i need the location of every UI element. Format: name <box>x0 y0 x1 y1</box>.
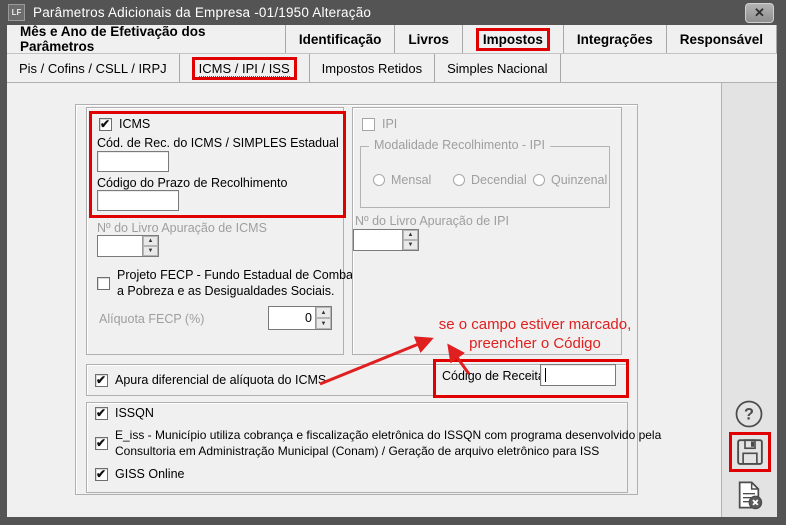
tab-livros[interactable]: Livros <box>395 25 463 53</box>
save-button[interactable] <box>734 437 766 467</box>
radio-decendial: Decendial <box>453 173 527 187</box>
fecp-checkbox-label: Projeto FECP - Fundo Estadual de Combate… <box>117 268 363 299</box>
tab-mes-ano[interactable]: Mês e Ano de Efetivação dos Parâmetros <box>7 25 286 53</box>
app-icon: LF <box>8 4 25 21</box>
eiss-checkbox-box[interactable] <box>95 437 108 450</box>
help-icon: ? <box>734 399 764 429</box>
apura-diferencial-checkbox-box[interactable] <box>95 374 108 387</box>
cod-rec-icms-input[interactable] <box>97 151 169 172</box>
dialog-window: LF Parâmetros Adicionais da Empresa -01/… <box>0 0 786 525</box>
discard-button[interactable] <box>732 478 766 512</box>
tab-impostos[interactable]: Impostos <box>463 25 564 53</box>
aliquota-spin-buttons[interactable]: ▲▼ <box>315 307 331 329</box>
codigo-receita-label: Código de Receita <box>442 369 545 383</box>
text-caret <box>545 368 546 382</box>
tab-responsavel[interactable]: Responsável <box>667 25 777 53</box>
annotation-note: se o campo estiver marcado, preencher o … <box>405 316 665 354</box>
cod-rec-icms-label: Cód. de Rec. do ICMS / SIMPLES Estadual <box>97 136 339 150</box>
spin-down-icon[interactable]: ▼ <box>143 246 158 256</box>
subtab-icms-ipi-iss[interactable]: ICMS / IPI / ISS <box>180 54 310 82</box>
issqn-checkbox-label: ISSQN <box>115 406 154 420</box>
livro-ipi-spin-buttons[interactable]: ▲▼ <box>402 230 418 250</box>
ipi-checkbox-label: IPI <box>382 117 397 131</box>
window-title: Parâmetros Adicionais da Empresa -01/195… <box>33 5 371 20</box>
radio-quinzenal-circle <box>533 174 545 186</box>
subtab-impostos-retidos[interactable]: Impostos Retidos <box>310 54 435 82</box>
main-tab-bar: Mês e Ano de Efetivação dos Parâmetros I… <box>7 25 777 54</box>
tab-integracoes[interactable]: Integrações <box>564 25 667 53</box>
impostos-highlight-box: Impostos <box>476 28 550 51</box>
help-button[interactable]: ? <box>733 398 765 430</box>
giss-checkbox-box[interactable] <box>95 468 108 481</box>
icms-checkbox-box[interactable] <box>99 118 112 131</box>
subtab-simples-nacional[interactable]: Simples Nacional <box>435 54 560 82</box>
tab-identificacao[interactable]: Identificação <box>286 25 396 53</box>
svg-text:?: ? <box>744 406 754 424</box>
subtab-pis-cofins[interactable]: Pis / Cofins / CSLL / IRPJ <box>7 54 180 82</box>
spin-up-icon[interactable]: ▲ <box>316 307 331 318</box>
eiss-checkbox[interactable]: E_iss - Município utiliza cobrança e fis… <box>95 428 661 459</box>
radio-mensal-circle <box>373 174 385 186</box>
livro-icms-label: Nº do Livro Apuração de ICMS <box>97 221 267 235</box>
codigo-receita-input[interactable] <box>540 364 616 386</box>
issqn-checkbox-box[interactable] <box>95 407 108 420</box>
discard-icon <box>733 479 765 511</box>
livro-icms-spinner[interactable]: ▲▼ <box>97 235 159 257</box>
aliquota-fecp-spinner[interactable]: 0 ▲▼ <box>268 306 332 330</box>
ipi-checkbox-box <box>362 118 375 131</box>
icms-highlight-box: ICMS / IPI / ISS <box>192 57 297 80</box>
save-icon <box>735 437 765 467</box>
spin-down-icon[interactable]: ▼ <box>316 318 331 329</box>
livro-ipi-spinner[interactable]: ▲▼ <box>353 229 419 251</box>
livro-icms-value[interactable] <box>98 236 142 256</box>
apura-diferencial-label: Apura diferencial de alíquota do ICMS <box>115 373 326 387</box>
prazo-recolhimento-label: Código do Prazo de Recolhimento <box>97 176 287 190</box>
radio-decendial-circle <box>453 174 465 186</box>
livro-ipi-value[interactable] <box>354 230 402 250</box>
livro-icms-spin-buttons[interactable]: ▲▼ <box>142 236 158 256</box>
livro-ipi-label: Nº do Livro Apuração de IPI <box>355 214 509 228</box>
aliquota-fecp-value[interactable]: 0 <box>269 307 315 329</box>
radio-quinzenal: Quinzenal <box>533 173 607 187</box>
aliquota-fecp-label: Alíquota FECP (%) <box>99 312 204 326</box>
icms-checkbox[interactable]: ICMS <box>99 117 150 131</box>
icms-checkbox-label: ICMS <box>119 117 150 131</box>
issqn-checkbox[interactable]: ISSQN <box>95 406 154 420</box>
fecp-checkbox-box[interactable] <box>97 277 110 290</box>
close-button[interactable]: ✕ <box>745 3 774 23</box>
prazo-recolhimento-input[interactable] <box>97 190 179 211</box>
giss-checkbox[interactable]: GISS Online <box>95 467 184 481</box>
eiss-checkbox-label: E_iss - Município utiliza cobrança e fis… <box>115 428 661 459</box>
giss-checkbox-label: GISS Online <box>115 467 184 481</box>
spin-up-icon[interactable]: ▲ <box>403 230 418 240</box>
ipi-checkbox: IPI <box>362 117 397 131</box>
fecp-checkbox[interactable]: Projeto FECP - Fundo Estadual de Combate… <box>97 268 363 299</box>
modalidade-ipi-title: Modalidade Recolhimento - IPI <box>369 138 550 152</box>
spin-up-icon[interactable]: ▲ <box>143 236 158 246</box>
apura-diferencial-checkbox[interactable]: Apura diferencial de alíquota do ICMS <box>95 373 326 387</box>
radio-mensal: Mensal <box>373 173 431 187</box>
modalidade-ipi-groupbox: Modalidade Recolhimento - IPI Mensal Dec… <box>360 146 610 208</box>
title-bar[interactable]: LF Parâmetros Adicionais da Empresa -01/… <box>0 0 786 25</box>
sub-tab-bar: Pis / Cofins / CSLL / IRPJ ICMS / IPI / … <box>7 54 777 83</box>
spin-down-icon[interactable]: ▼ <box>403 240 418 250</box>
